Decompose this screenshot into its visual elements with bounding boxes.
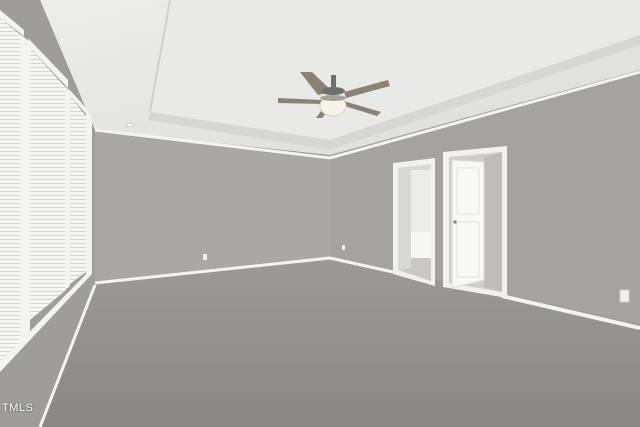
recessed-light: [125, 123, 135, 128]
door-knob[interactable]: [453, 220, 457, 224]
outlet-icon: [619, 289, 630, 303]
window-left-3: [68, 88, 88, 284]
watermark-text: TMLS: [2, 402, 34, 414]
room-illustration: [0, 0, 640, 427]
outlet-icon: [203, 254, 207, 260]
window-trim: [86, 110, 92, 274]
window-mullion-1: [20, 34, 30, 346]
window-mullion-2: [65, 86, 70, 290]
outlet-icon: [342, 245, 345, 250]
empty-bedroom-photo: TMLS: [0, 0, 640, 427]
bathroom-doorway: [393, 158, 435, 286]
closet-doorway: [443, 146, 507, 298]
window-left-2: [28, 38, 68, 320]
